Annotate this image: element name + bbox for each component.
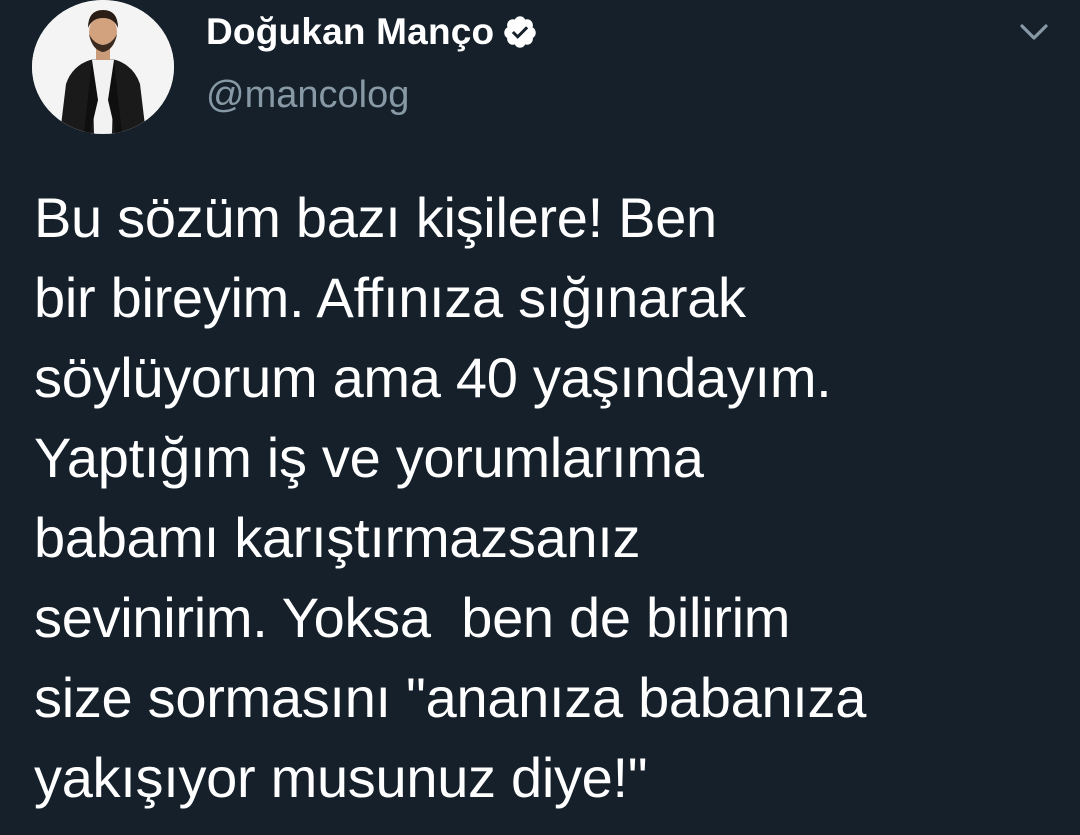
tweet-text-line: söylüyorum ama 40 yaşındayım.: [34, 346, 832, 409]
user-handle[interactable]: @mancolog: [206, 74, 409, 117]
avatar-image: [32, 0, 174, 134]
display-name[interactable]: Doğukan Manço: [206, 11, 494, 53]
chevron-down-icon: [1020, 24, 1048, 40]
verified-badge-icon: [502, 14, 538, 50]
display-name-row[interactable]: Doğukan Manço: [206, 6, 538, 58]
tweet-menu-button[interactable]: [1016, 16, 1052, 48]
tweet-text-line: babamı karıştırmazsanız: [34, 506, 641, 569]
tweet-text: Bu sözüm bazı kişilere! Ben bir bireyim.…: [34, 178, 1054, 818]
tweet-text-line: sevinirim. Yoksa ben de bilirim: [34, 586, 791, 649]
tweet-text-line: Yaptığım iş ve yorumlarıma: [34, 426, 704, 489]
tweet-text-line: size sormasını "ananıza babanıza: [34, 666, 867, 729]
tweet-card: Doğukan Manço @mancolog Bu sözüm bazı ki…: [0, 0, 1080, 835]
avatar[interactable]: [32, 0, 174, 134]
tweet-text-line: bir bireyim. Affınıza sığınarak: [34, 266, 746, 329]
tweet-text-line: yakışıyor musunuz diye!": [34, 746, 648, 809]
tweet-text-line: Bu sözüm bazı kişilere! Ben: [34, 186, 717, 249]
